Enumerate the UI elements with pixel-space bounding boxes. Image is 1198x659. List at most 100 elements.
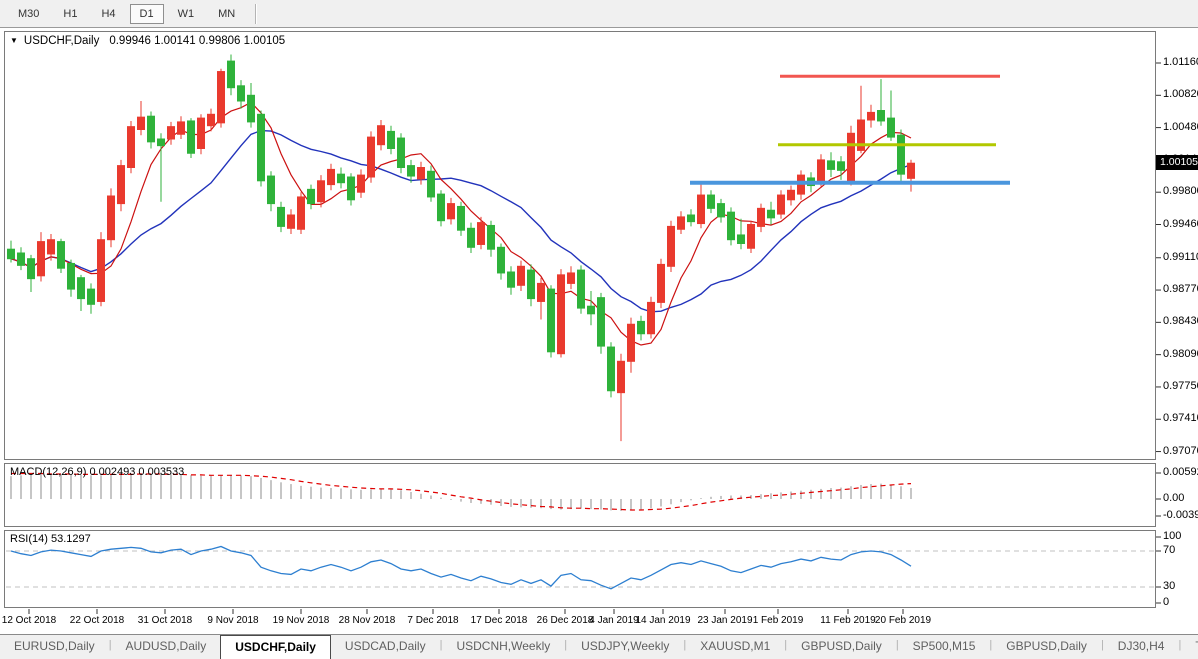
date-axis-label: 17 Dec 2018 xyxy=(470,615,528,626)
candle-bear xyxy=(717,203,725,218)
indicator-axis-label: 0.00 xyxy=(1163,492,1185,504)
candle-bear xyxy=(547,288,555,353)
candle-bull xyxy=(567,272,575,284)
candle-bear xyxy=(147,115,155,143)
indicator-axis-label: -0.003951 xyxy=(1163,509,1198,521)
candle-bull xyxy=(907,162,915,179)
price-axis-label: 0.98430 xyxy=(1163,315,1198,328)
candle-bull xyxy=(297,196,305,230)
date-axis-label: 23 Jan 2019 xyxy=(697,615,753,626)
date-axis-label: 19 Nov 2018 xyxy=(272,615,330,626)
candle-bear xyxy=(387,130,395,149)
tab-audusd-daily[interactable]: AUDUSD,Daily xyxy=(112,635,221,659)
tab-eurusd-daily[interactable]: EURUSD,Daily xyxy=(0,635,109,659)
indicator-axis-label: 100 xyxy=(1163,530,1182,542)
candle-bear xyxy=(467,227,475,248)
timeframe-button-h4[interactable]: H4 xyxy=(91,4,125,24)
tab-gbpusd-daily[interactable]: GBPUSD,Daily xyxy=(787,635,896,659)
candle-bull xyxy=(47,239,55,255)
candle-bull xyxy=(367,136,375,178)
candle-bear xyxy=(457,205,465,231)
candle-bull xyxy=(777,194,785,215)
candle-bull xyxy=(677,216,685,230)
candle-bear xyxy=(17,252,25,266)
candle-bear xyxy=(347,176,355,201)
timeframe-button-w1[interactable]: W1 xyxy=(168,4,205,24)
tab-gbpusd-daily[interactable]: GBPUSD,Daily xyxy=(992,635,1101,659)
candle-bear xyxy=(67,262,75,290)
price-axis-label: 0.99110 xyxy=(1163,250,1198,263)
candle-bear xyxy=(77,277,85,300)
candle-bull xyxy=(557,274,565,355)
candle-bull xyxy=(627,323,635,362)
tab-xauusd-m1[interactable]: XAUUSD,M1 xyxy=(686,635,784,659)
candle-bear xyxy=(7,248,15,260)
candle-bear xyxy=(727,211,735,241)
candle-bull xyxy=(287,214,295,229)
rsi-panel xyxy=(4,530,1156,608)
candle-bull xyxy=(867,111,875,121)
candle-bear xyxy=(737,234,745,244)
candle-bear xyxy=(767,209,775,219)
tab-usdcad-daily[interactable]: USDCAD,Daily xyxy=(331,635,440,659)
candle-bull xyxy=(847,132,855,184)
candle-bull xyxy=(137,116,145,131)
candle-bear xyxy=(597,297,605,347)
candle-bull xyxy=(697,194,705,225)
tab-sp500-m15[interactable]: SP500,M15 xyxy=(899,635,990,659)
indicator-axis-label: 30 xyxy=(1163,580,1176,592)
date-axis-label: 9 Nov 2018 xyxy=(207,615,259,626)
candle-bear xyxy=(237,85,245,102)
tab-usdcnh-weekly[interactable]: USDCNH,Weekly xyxy=(442,635,564,659)
candle-bear xyxy=(437,193,445,222)
candle-bull xyxy=(517,265,525,286)
toolbar-separator xyxy=(255,3,258,24)
timeframe-button-mn[interactable]: MN xyxy=(208,4,245,24)
date-axis-label: 28 Nov 2018 xyxy=(338,615,396,626)
price-axis-label: 0.99800 xyxy=(1163,185,1198,198)
date-axis-label: 7 Dec 2018 xyxy=(407,615,459,626)
candle-bull xyxy=(97,239,105,302)
timeframe-button-h1[interactable]: H1 xyxy=(53,4,87,24)
indicator-axis-label: 70 xyxy=(1163,544,1176,556)
candle-bull xyxy=(217,71,225,124)
candle-bear xyxy=(827,160,835,170)
tab-usdchf-daily[interactable]: USDCHF,Daily xyxy=(220,635,331,659)
candle-bear xyxy=(487,224,495,250)
price-axis-label: 0.97070 xyxy=(1163,444,1198,457)
candle-bear xyxy=(337,173,345,184)
candle-bull xyxy=(357,174,365,193)
candle-bull xyxy=(617,360,625,394)
candle-bull xyxy=(747,224,755,249)
candle-bull xyxy=(757,207,765,227)
candle-bear xyxy=(397,137,405,169)
candle-bear xyxy=(887,117,895,138)
price-axis-label: 0.97750 xyxy=(1163,379,1198,392)
timeframe-button-d1[interactable]: D1 xyxy=(129,3,164,24)
chart-menu-icon[interactable]: ▼ xyxy=(10,36,18,45)
tab-dj30-h4[interactable]: DJ30,H4 xyxy=(1104,635,1179,659)
current-price-badge: 1.00105 xyxy=(1156,155,1198,171)
candle-bull xyxy=(657,263,665,303)
timeframe-toolbar: M30 H1 H4 D1 W1 MN xyxy=(0,0,1198,28)
price-axis-label: 1.01160 xyxy=(1163,56,1198,68)
candle-bear xyxy=(607,346,615,392)
tab-tech10[interactable]: TECH10 xyxy=(1181,635,1198,659)
candle-bear xyxy=(277,206,285,227)
candle-bear xyxy=(267,175,275,205)
chart-title: ▼ USDCHF,Daily 0.99946 1.00141 0.99806 1.0… xyxy=(10,35,285,47)
timeframe-button-m30[interactable]: M30 xyxy=(8,4,49,24)
candle-bull xyxy=(377,125,385,146)
candle-bear xyxy=(687,214,695,223)
price-axis-label: 1.00480 xyxy=(1163,120,1198,133)
candle-bear xyxy=(157,138,165,147)
price-axis-label: 1.00820 xyxy=(1163,88,1198,101)
candle-bull xyxy=(817,159,825,182)
candle-bear xyxy=(427,170,435,198)
candle-bull xyxy=(207,113,215,127)
candle-bear xyxy=(497,246,505,274)
chart-canvas[interactable] xyxy=(0,30,1198,634)
tab-usdjpy-weekly[interactable]: USDJPY,Weekly xyxy=(567,635,683,659)
date-axis-label: 26 Dec 2018 xyxy=(536,615,594,626)
candle-bear xyxy=(577,269,585,309)
